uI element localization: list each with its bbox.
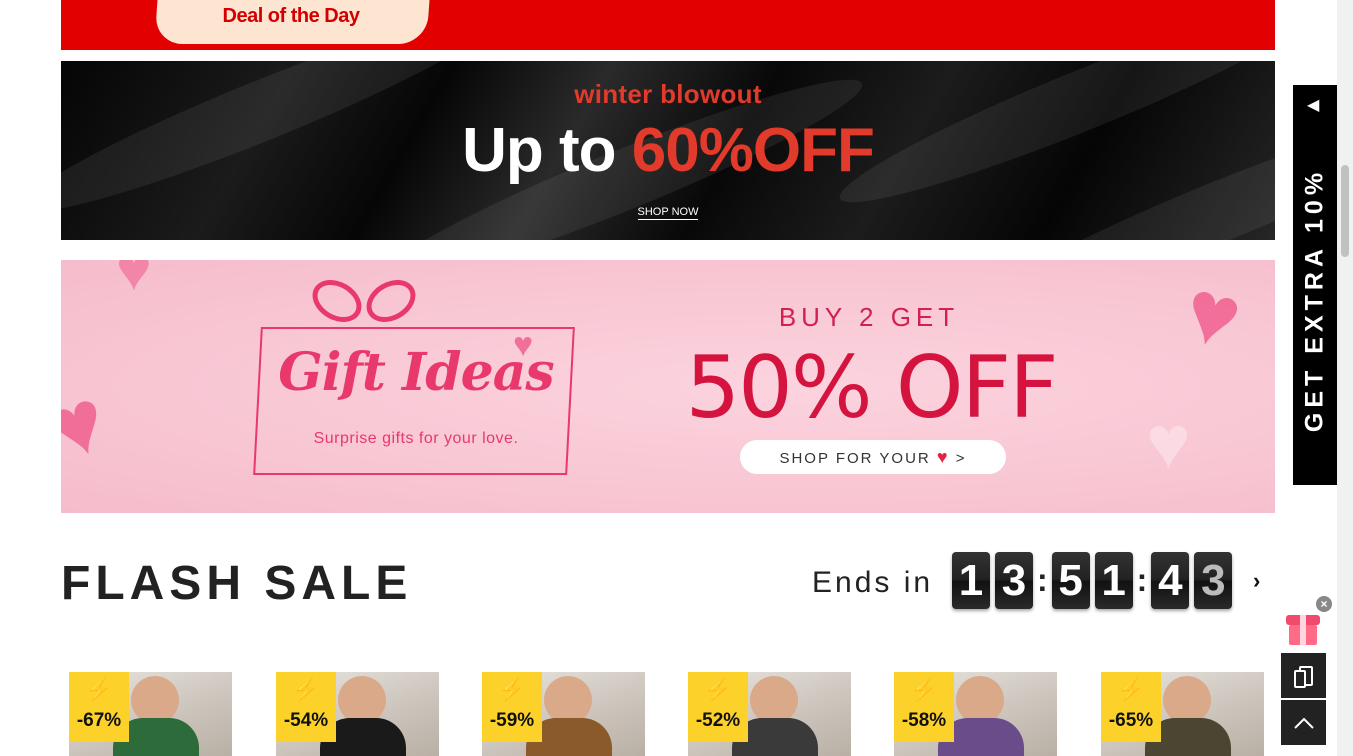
deal-of-the-day-banner[interactable]: Deal of the Day	[61, 0, 1275, 50]
discount-percent: -58%	[901, 710, 947, 731]
discount-badge: ⚡ -58%	[894, 672, 954, 742]
get-extra-discount-tab[interactable]: ◀ GET EXTRA 10%	[1293, 85, 1337, 485]
timer-seconds-tens: 4	[1151, 552, 1190, 609]
discount-badge: ⚡ -67%	[69, 672, 129, 742]
lightning-icon: ⚡	[704, 677, 732, 702]
shop-for-your-love-button[interactable]: SHOP FOR YOUR ♥ >	[740, 440, 1006, 474]
flash-sale-title: FLASH SALE	[61, 557, 413, 610]
chevron-up-icon	[1293, 717, 1314, 729]
timer-minutes-tens: 5	[1051, 552, 1090, 609]
flash-product-card[interactable]: ⚡ -52%	[688, 672, 851, 756]
discount-badge: ⚡ -65%	[1101, 672, 1161, 742]
lightning-icon: ⚡	[498, 677, 526, 702]
scrollbar-thumb[interactable]	[1341, 165, 1349, 257]
discount-percent: -67%	[76, 710, 122, 731]
promo-value: 50% OFF	[685, 338, 1058, 438]
close-icon[interactable]: ×	[1316, 596, 1332, 612]
discount-badge: ⚡ -52%	[688, 672, 748, 742]
heart-decoration-icon: ♥	[116, 260, 152, 303]
shop-now-link[interactable]: SHOP NOW	[637, 206, 699, 220]
flash-product-card[interactable]: ⚡ -65%	[1101, 672, 1264, 756]
product-image	[131, 676, 179, 724]
deal-label: Deal of the Day	[222, 5, 360, 27]
shop-now-link-wrap: SHOP NOW	[61, 202, 1275, 220]
discount-badge: ⚡ -59%	[482, 672, 542, 742]
ends-in-label: Ends in	[812, 566, 934, 599]
product-image	[956, 676, 1004, 724]
mobile-app-icon	[1293, 666, 1313, 689]
product-image	[1163, 676, 1211, 724]
gift-box-icon[interactable]	[1284, 605, 1324, 647]
mobile-app-button[interactable]	[1280, 652, 1327, 699]
flash-product-card[interactable]: ⚡ -59%	[482, 672, 645, 756]
lightning-icon: ⚡	[910, 677, 938, 702]
discount-percent: -52%	[695, 710, 741, 731]
gift-ideas-subtitle: Surprise gifts for your love.	[313, 430, 519, 447]
countdown-timer: 1 3 : 5 1 : 4 3	[952, 552, 1237, 609]
product-image	[338, 676, 386, 724]
product-image	[750, 676, 798, 724]
lightning-icon: ⚡	[292, 677, 320, 702]
winter-subtitle: winter blowout	[574, 79, 762, 109]
flash-product-card[interactable]: ⚡ -67%	[69, 672, 232, 756]
winter-title: Up to 60%OFF	[61, 115, 1275, 186]
timer-seconds-ones: 3	[1194, 552, 1233, 609]
arrow-icon: >	[955, 450, 967, 467]
shop-pill-label: SHOP FOR YOUR	[779, 450, 931, 467]
discount-badge: ⚡ -54%	[276, 672, 336, 742]
timer-separator: :	[1037, 562, 1048, 598]
gift-ideas-title: Gift Ideas	[278, 342, 554, 403]
back-to-top-button[interactable]	[1280, 699, 1327, 746]
winter-blowout-banner[interactable]: winter blowout Up to 60%OFF SHOP NOW	[61, 61, 1275, 240]
heart-icon: ♥	[936, 447, 950, 467]
winter-title-highlight: 60%OFF	[631, 116, 875, 185]
discount-percent: -65%	[1108, 710, 1154, 731]
discount-percent: -59%	[489, 710, 535, 731]
gift-ideas-banner[interactable]: ♥ ♥ ♥ ♥ ♥ Gift Ideas Surprise gifts for …	[61, 260, 1275, 513]
timer-minutes-ones: 1	[1094, 552, 1133, 609]
page-scrollbar[interactable]	[1337, 0, 1353, 756]
timer-hours-ones: 3	[995, 552, 1033, 609]
collapse-arrow-icon[interactable]: ◀	[1307, 95, 1319, 115]
heart-decoration-icon: ♥	[1173, 260, 1252, 371]
winter-title-prefix: Up to	[462, 116, 632, 185]
heart-decoration-icon: ♥	[1146, 400, 1191, 484]
flash-product-card[interactable]: ⚡ -58%	[894, 672, 1057, 756]
lightning-icon: ⚡	[1117, 677, 1145, 702]
product-image	[544, 676, 592, 724]
chevron-right-icon[interactable]: ›	[1253, 568, 1260, 594]
timer-separator: :	[1136, 562, 1148, 598]
timer-hours-tens: 1	[952, 552, 990, 609]
get-extra-label: GET EXTRA 10%	[1300, 167, 1329, 433]
buy-2-get-text: BUY 2 GET	[778, 302, 960, 332]
lightning-icon: ⚡	[85, 677, 113, 702]
flash-product-card[interactable]: ⚡ -54%	[276, 672, 439, 756]
heart-decoration-icon: ♥	[61, 368, 120, 482]
discount-percent: -54%	[283, 710, 329, 731]
